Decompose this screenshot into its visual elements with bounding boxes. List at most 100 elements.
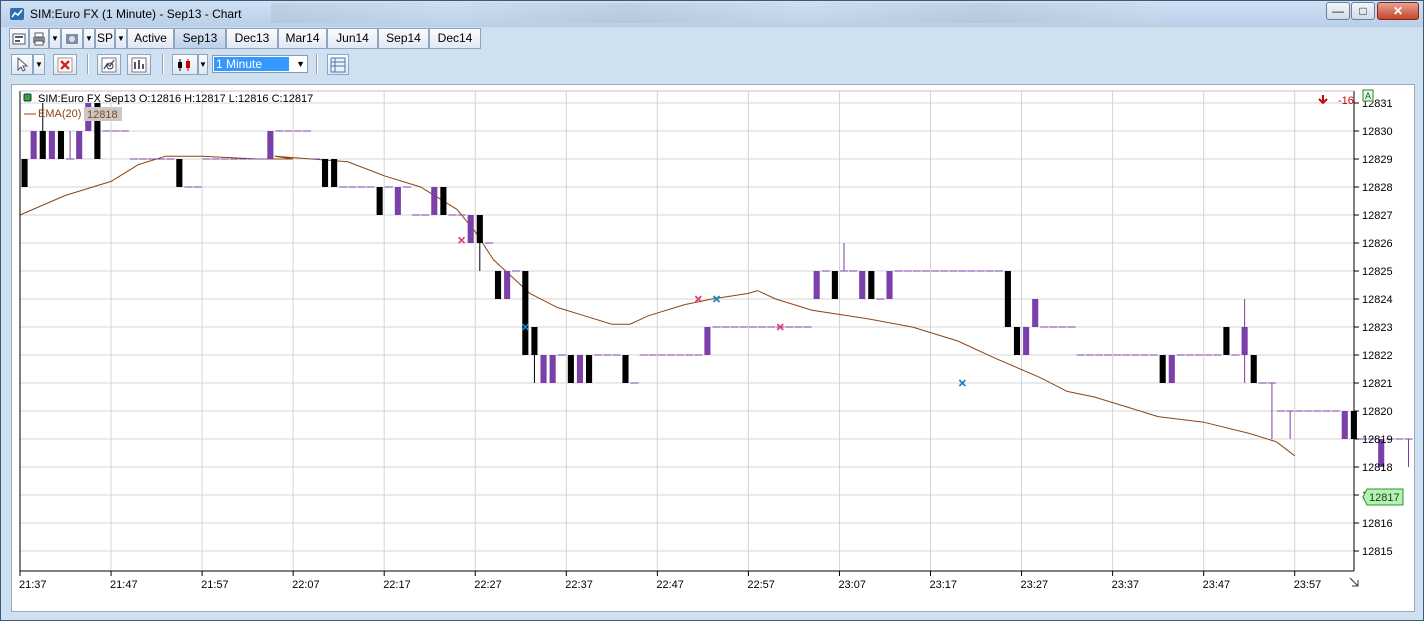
toolbar-separator: [162, 54, 164, 74]
link-dropdown[interactable]: ▼: [83, 28, 95, 49]
candle-body: [813, 271, 820, 299]
candle-body: [859, 271, 866, 299]
pointer-dropdown[interactable]: ▼: [33, 54, 45, 75]
candle-body: [440, 187, 447, 215]
y-tick-label: 12816: [1362, 518, 1393, 530]
candle-body: [48, 131, 55, 159]
ema-label: EMA(20): [38, 108, 81, 120]
tab-sep14[interactable]: Sep14: [378, 28, 429, 49]
data-box-icon: [330, 57, 346, 73]
arrow-down-icon: [1318, 95, 1328, 105]
pointer-tool-button[interactable]: [11, 54, 33, 75]
background-window-ghost: [271, 3, 1161, 23]
tab-label: Dec13: [234, 31, 270, 45]
y-tick-label: 12824: [1362, 294, 1393, 306]
chevron-down-icon: ▼: [35, 60, 43, 69]
candle-body: [494, 271, 502, 299]
tab-label: Mar14: [285, 31, 320, 45]
y-tick-label: 12826: [1362, 238, 1393, 250]
candle-body: [704, 327, 711, 355]
tab-label: Active: [134, 31, 167, 45]
status-indicator-icon: [23, 93, 32, 102]
minimize-button[interactable]: —: [1326, 2, 1350, 20]
properties-button[interactable]: [9, 28, 29, 49]
candle-body: [522, 271, 529, 355]
x-tick-label: 23:27: [1021, 579, 1049, 591]
chart-panel[interactable]: 12815 12816 12817 12818 12819 12820 12821 12822…: [11, 84, 1424, 612]
print-button[interactable]: [29, 28, 49, 49]
maximize-button[interactable]: □: [1351, 2, 1375, 20]
candle-body: [1250, 355, 1257, 383]
tab-dec14[interactable]: Dec14: [429, 28, 481, 49]
y-tick-label: 12818: [1362, 462, 1393, 474]
chart-style-button[interactable]: [172, 54, 198, 75]
resize-grip-icon[interactable]: [1349, 577, 1359, 587]
delete-icon: [57, 57, 73, 73]
candle-body: [1032, 299, 1039, 327]
x-tick-label: 21:57: [201, 579, 229, 591]
candle-body: [504, 271, 511, 299]
tab-dec13[interactable]: Dec13: [226, 28, 278, 49]
x-tick-label: 21:47: [110, 579, 138, 591]
chevron-down-icon: ▼: [117, 34, 125, 43]
scale-mode-label: A: [1365, 91, 1371, 101]
remove-drawings-button[interactable]: [53, 54, 77, 75]
y-tick-label: 12829: [1362, 154, 1393, 166]
candle-body: [267, 131, 274, 159]
instrument-link-button[interactable]: [61, 28, 83, 49]
print-icon: [33, 32, 45, 46]
candle-body: [57, 131, 65, 159]
y-tick-label: 12827: [1362, 210, 1393, 222]
candle-body: [1241, 327, 1248, 355]
y-tick-label: 12820: [1362, 406, 1393, 418]
minimize-icon: —: [1332, 4, 1344, 18]
candle-body: [376, 187, 383, 215]
contract-toolbar: ▼ ▼ SP ▼ Active Sep13 Dec13 Mar14 Jun14 …: [5, 28, 1419, 50]
instrument-dropdown[interactable]: ▼: [115, 28, 127, 49]
x-tick-label: 22:47: [656, 579, 684, 591]
tab-sep13[interactable]: Sep13: [174, 28, 226, 49]
candle-body: [1341, 411, 1348, 439]
zoom-in-button[interactable]: [97, 54, 121, 75]
candle-body: [540, 355, 547, 383]
candle-body: [30, 131, 37, 159]
chevron-down-icon: ▼: [296, 59, 305, 69]
candle-body: [576, 355, 584, 383]
title-bar[interactable]: SIM:Euro FX (1 Minute) - Sep13 - Chart —…: [1, 1, 1423, 27]
tab-mar14[interactable]: Mar14: [278, 28, 327, 49]
chart-window: SIM:Euro FX (1 Minute) - Sep13 - Chart —…: [0, 0, 1424, 621]
candle-body: [1223, 327, 1230, 355]
app-icon: [10, 8, 24, 20]
candle-body: [549, 355, 556, 383]
data-box-button[interactable]: [327, 54, 349, 75]
y-tick-label: 12828: [1362, 182, 1393, 194]
instrument-label: SP: [96, 31, 113, 45]
close-button[interactable]: ✕: [1377, 2, 1419, 20]
chart-style-dropdown[interactable]: ▼: [198, 54, 208, 75]
x-tick-label: 23:07: [838, 579, 866, 591]
zoom-out-icon: [131, 57, 147, 73]
tab-jun14[interactable]: Jun14: [327, 28, 378, 49]
y-tick-label: 12821: [1362, 378, 1393, 390]
tab-active[interactable]: Active: [127, 28, 174, 49]
chevron-down-icon: ▼: [85, 34, 93, 43]
chart-header: SIM:Euro FX Sep13 O:12816 H:12817 L:1281…: [38, 93, 313, 105]
price-chart[interactable]: 12815 12816 12817 12818 12819 12820 12821 12822…: [12, 85, 1424, 611]
y-tick-label: 12830: [1362, 126, 1393, 138]
chevron-down-icon: ▼: [199, 60, 207, 69]
y-tick-label: 12822: [1362, 350, 1393, 362]
x-tick-label: 22:57: [747, 579, 775, 591]
x-tick-label: 23:47: [1203, 579, 1231, 591]
candle-body: [567, 355, 574, 383]
chevron-down-icon: ▼: [51, 34, 59, 43]
x-tick-label: 23:37: [1112, 579, 1140, 591]
candle-body: [531, 327, 538, 355]
trade-marker: [458, 236, 466, 244]
zoom-out-button[interactable]: [127, 54, 151, 75]
instrument-selector[interactable]: SP: [95, 28, 115, 49]
x-tick-label: 22:27: [474, 579, 502, 591]
print-dropdown[interactable]: ▼: [49, 28, 61, 49]
interval-select[interactable]: 1 Minute ▼: [212, 55, 308, 73]
candle-body: [831, 271, 838, 299]
x-tick-label: 21:37: [19, 579, 47, 591]
